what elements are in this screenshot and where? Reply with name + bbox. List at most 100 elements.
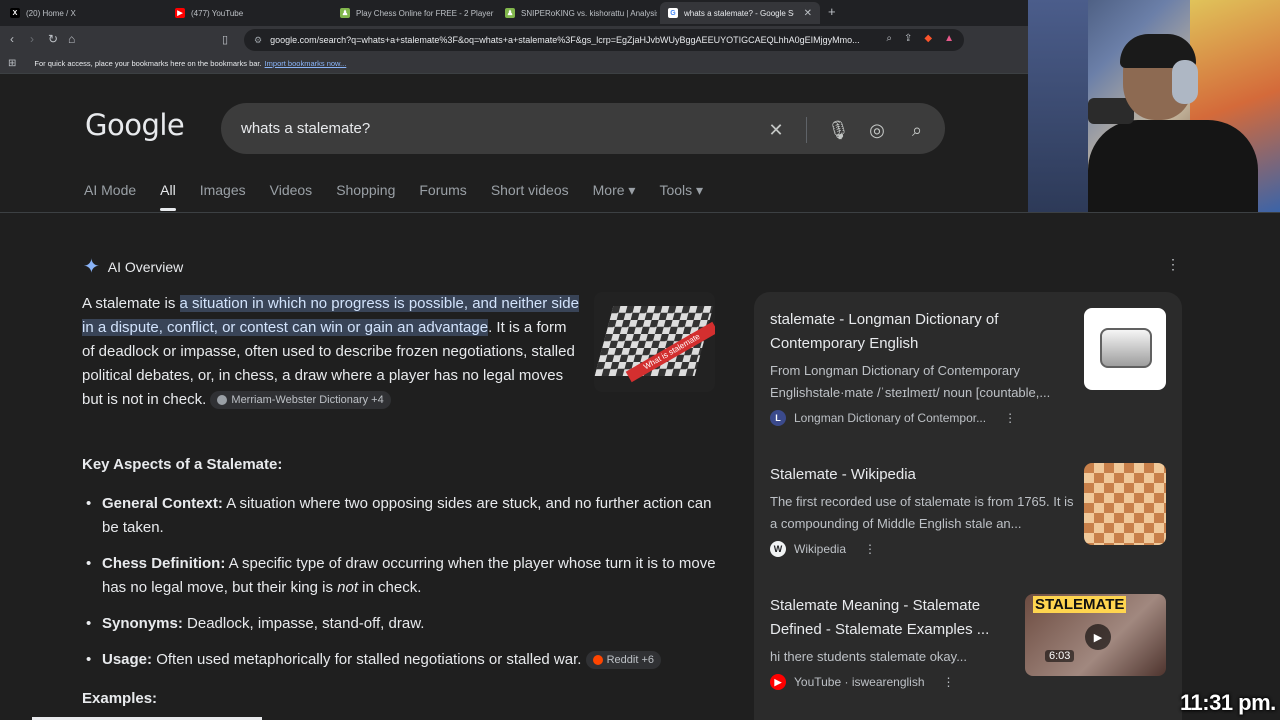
source-site: ▶ YouTube · iswearenglish ⋮ xyxy=(770,674,1170,690)
sources-panel: stalemate - Longman Dictionary of Contem… xyxy=(754,292,1182,720)
tab-label: Play Chess Online for FREE - 2 Player xyxy=(356,8,494,18)
intro-prefix: A stalemate is xyxy=(82,295,180,312)
toaster-image xyxy=(1100,328,1152,368)
source-chip-label: Merriam-Webster Dictionary +4 xyxy=(231,394,384,407)
more-options-icon[interactable]: ⋮ xyxy=(1166,256,1180,273)
share-icon[interactable]: ⇪ xyxy=(904,33,912,44)
tab-all[interactable]: All xyxy=(160,182,176,211)
sparkle-icon: ✦ xyxy=(83,256,100,278)
list-item: Chess Definition: A specific type of dra… xyxy=(82,552,722,600)
browser-tab-bar: X (20) Home / X ▶ (477) YouTube ♟ Play C… xyxy=(0,0,1028,26)
clear-icon[interactable]: ✕ xyxy=(766,120,786,141)
source-snippet: hi there students stalemate okay... xyxy=(770,649,968,664)
google-logo[interactable]: Google xyxy=(85,108,185,142)
video-thumbnail[interactable]: STALEMATE ▶ 6:03 xyxy=(1025,594,1166,676)
address-bar[interactable]: ⚙ google.com/search?q=whats+a+stalemate%… xyxy=(244,29,964,51)
bullet-text: Deadlock, impasse, stand-off, draw. xyxy=(182,615,425,632)
more-options-icon[interactable]: ⋮ xyxy=(864,542,876,556)
apps-grid-icon[interactable]: ⊞ xyxy=(8,58,16,69)
forward-icon[interactable]: › xyxy=(30,32,34,46)
list-item: General Context: A situation where two o… xyxy=(82,492,722,540)
tab-tools[interactable]: Tools ▾ xyxy=(659,182,703,211)
source-title[interactable]: Stalemate Meaning - Stalemate Defined - … xyxy=(770,594,1020,642)
bullet-term: General Context: xyxy=(102,495,223,512)
dictionary-icon xyxy=(217,395,228,406)
bullet-emphasis: not xyxy=(337,579,358,596)
youtube-icon: ▶ xyxy=(175,8,185,18)
source-snippet: The first recorded use of stalemate is f… xyxy=(770,494,1074,531)
bookmark-icon[interactable]: ▯ xyxy=(222,33,228,46)
microphone-icon[interactable]: 🎙 xyxy=(827,120,850,141)
chess-pawn-icon: ♟ xyxy=(340,8,350,18)
google-icon: G xyxy=(668,8,678,18)
divider xyxy=(0,212,1028,213)
browser-tab-chess-analysis[interactable]: ♟ SNIPERoKING vs. kishorattu | Analysis xyxy=(497,2,657,24)
bullet-term: Synonyms: xyxy=(102,615,183,632)
url-text: google.com/search?q=whats+a+stalemate%3F… xyxy=(270,35,860,45)
search-input[interactable]: whats a stalemate? ✕ 🎙 ◎ ⌕ xyxy=(221,103,945,154)
divider xyxy=(806,117,807,143)
source-title[interactable]: stalemate - Longman Dictionary of Contem… xyxy=(770,308,1070,356)
longman-icon: L xyxy=(770,410,786,426)
source-thumbnail[interactable] xyxy=(1084,308,1166,390)
browser-tab-x[interactable]: X (20) Home / X xyxy=(2,2,167,24)
browser-tab-chess-play[interactable]: ♟ Play Chess Online for FREE - 2 Player xyxy=(332,2,497,24)
divider xyxy=(1028,212,1280,213)
tab-forums[interactable]: Forums xyxy=(419,182,466,211)
list-item: Synonyms: Deadlock, impasse, stand-off, … xyxy=(82,612,722,636)
lens-icon[interactable]: ◎ xyxy=(867,120,887,141)
x-logo-icon: X xyxy=(10,8,20,18)
chess-pawn-icon: ♟ xyxy=(505,8,515,18)
play-icon[interactable]: ▶ xyxy=(1085,624,1111,650)
back-icon[interactable]: ‹ xyxy=(10,32,14,46)
more-options-icon[interactable]: ⋮ xyxy=(943,675,955,689)
tab-shopping[interactable]: Shopping xyxy=(336,182,395,211)
tab-images[interactable]: Images xyxy=(200,182,246,211)
source-snippet: From Longman Dictionary of Contemporary … xyxy=(770,363,1051,400)
zoom-icon[interactable]: ⌕ xyxy=(886,33,892,44)
key-aspects-list: General Context: A situation where two o… xyxy=(82,492,722,684)
tab-label: (477) YouTube xyxy=(191,8,244,18)
search-query: whats a stalemate? xyxy=(241,120,371,137)
wikipedia-icon: W xyxy=(770,541,786,557)
stalemate-video-thumbnail[interactable]: What is stalemate xyxy=(594,292,715,392)
source-site: L Longman Dictionary of Contempor... ⋮ xyxy=(770,410,1170,426)
import-bookmarks-link[interactable]: Import bookmarks now... xyxy=(265,59,347,68)
tab-label: whats a stalemate? - Google Search xyxy=(684,8,794,18)
bookmarks-hint: For quick access, place your bookmarks h… xyxy=(34,59,262,68)
source-chip[interactable]: Reddit +6 xyxy=(585,651,662,670)
browser-toolbar: ‹ › ↻ ⌂ ▯ ⚙ google.com/search?q=whats+a+… xyxy=(0,26,1028,54)
source-chip-label: Reddit +6 xyxy=(606,654,655,667)
source-thumbnail[interactable] xyxy=(1084,463,1166,545)
key-aspects-heading: Key Aspects of a Stalemate: xyxy=(82,456,283,473)
video-duration: 6:03 xyxy=(1045,650,1075,662)
source-site-name: Longman Dictionary of Contempor... xyxy=(794,411,987,425)
new-tab-button[interactable]: + xyxy=(828,4,836,19)
browser-tab-youtube[interactable]: ▶ (477) YouTube xyxy=(167,2,332,24)
more-options-icon[interactable]: ⋮ xyxy=(1004,411,1016,425)
tab-videos[interactable]: Videos xyxy=(270,182,313,211)
stream-clock: 11:31 pm. xyxy=(1180,690,1276,715)
brave-shield-icon[interactable]: ◆ xyxy=(924,33,932,44)
bullet-term: Chess Definition: xyxy=(102,555,226,572)
tab-ai-mode[interactable]: AI Mode xyxy=(84,182,136,211)
site-info-icon[interactable]: ⚙ xyxy=(254,35,262,46)
tab-short-videos[interactable]: Short videos xyxy=(491,182,569,211)
list-item: Usage: Often used metaphorically for sta… xyxy=(82,648,722,672)
source-title[interactable]: Stalemate - Wikipedia xyxy=(770,463,1070,487)
headphones-icon xyxy=(1172,60,1198,104)
tab-label: (20) Home / X xyxy=(26,8,76,18)
bookmarks-bar: ⊞ For quick access, place your bookmarks… xyxy=(0,54,1028,74)
search-tabs: AI Mode All Images Videos Shopping Forum… xyxy=(84,182,727,211)
home-icon[interactable]: ⌂ xyxy=(68,32,75,46)
thumbnail-title-text: STALEMATE xyxy=(1033,596,1127,613)
tab-more[interactable]: More ▾ xyxy=(593,182,636,211)
webcam-overlay xyxy=(1028,0,1280,212)
close-tab-icon[interactable]: ✕ xyxy=(804,8,812,19)
source-chip[interactable]: Merriam-Webster Dictionary +4 xyxy=(210,391,391,410)
ai-overview-label: AI Overview xyxy=(107,258,184,275)
reload-icon[interactable]: ↻ xyxy=(48,32,58,46)
rewards-icon[interactable]: ▲ xyxy=(944,33,954,44)
search-icon[interactable]: ⌕ xyxy=(907,120,927,141)
browser-tab-google[interactable]: G whats a stalemate? - Google Search ✕ xyxy=(660,2,820,24)
